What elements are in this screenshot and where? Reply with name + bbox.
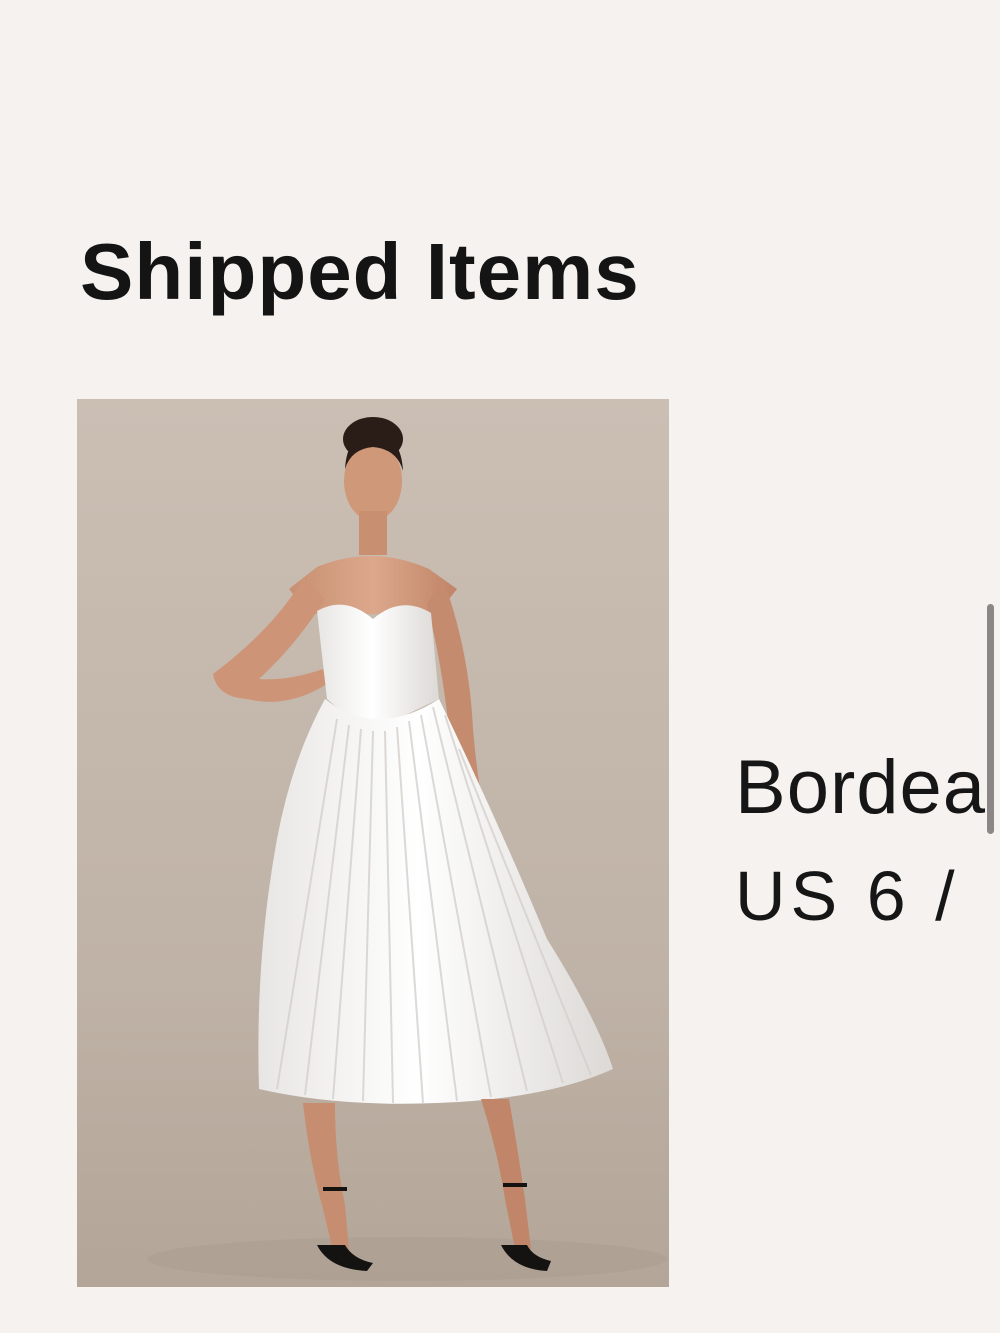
product-image[interactable]: [77, 399, 669, 1287]
product-name[interactable]: Bordea: [735, 745, 986, 831]
order-shipped-items-screen: Shipped Items Bordea US 6 /: [0, 0, 1000, 1333]
product-size-variant: US 6 /: [735, 857, 960, 935]
dress-photo-icon: [77, 399, 669, 1287]
scrollbar[interactable]: [987, 604, 994, 834]
section-title: Shipped Items: [80, 227, 640, 316]
